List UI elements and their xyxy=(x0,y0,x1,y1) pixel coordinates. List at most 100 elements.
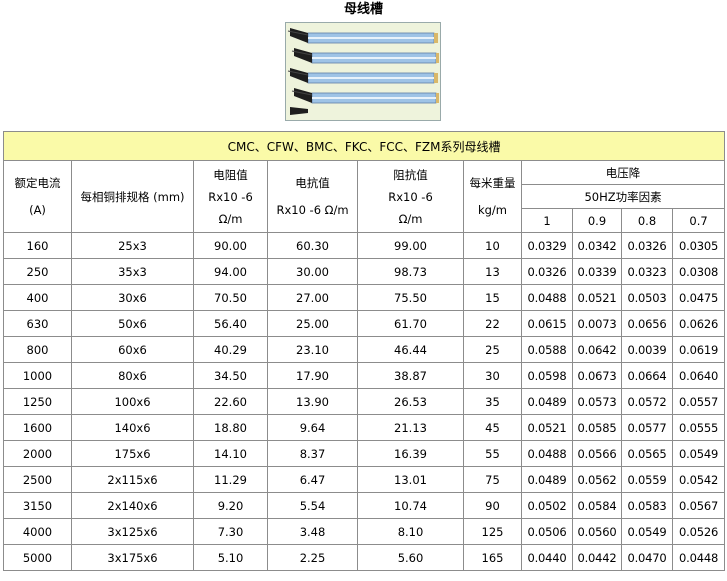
cell-vd-1: 0.0329 xyxy=(521,232,573,259)
cell-impedance: 21.13 xyxy=(357,414,464,441)
cell-vd-0.9: 0.0566 xyxy=(572,440,622,467)
table-row: 250 35x3 94.00 30.00 98.73 13 0.0326 0.0… xyxy=(3,258,726,285)
header-impedance-label: 阻抗值 xyxy=(393,167,428,182)
cell-reactance: 60.30 xyxy=(267,232,358,259)
cell-current: 800 xyxy=(3,336,72,363)
header-resistance-scale: Rx10 -6 xyxy=(208,189,253,204)
table-row: 4000 3x125x6 7.30 3.48 8.10 125 0.0506 0… xyxy=(3,518,726,545)
cell-weight: 90 xyxy=(463,492,522,519)
cell-current: 630 xyxy=(3,310,72,337)
cell-vd-0.8: 0.0559 xyxy=(621,466,673,493)
cell-vd-0.7: 0.0549 xyxy=(671,440,726,467)
cell-resistance: 40.29 xyxy=(193,336,268,363)
cell-vd-1: 0.0489 xyxy=(521,466,573,493)
cell-vd-1: 0.0488 xyxy=(521,440,573,467)
busbar-product-photo xyxy=(285,22,441,121)
cell-weight: 125 xyxy=(463,518,522,545)
header-reactance-unit: Rx10 -6 Ω/m xyxy=(276,202,349,217)
header-weight-label: 每米重量 xyxy=(469,175,516,190)
cell-weight: 30 xyxy=(463,362,522,389)
cell-impedance: 8.10 xyxy=(357,518,464,545)
header-impedance-unit: Ω/m xyxy=(398,211,423,226)
cell-vd-0.7: 0.0626 xyxy=(671,310,726,337)
cell-vd-0.7: 0.0475 xyxy=(671,284,726,311)
cell-vd-1: 0.0488 xyxy=(521,284,573,311)
cell-vd-0.7: 0.0619 xyxy=(671,336,726,363)
header-reactance-label: 电抗值 xyxy=(295,175,330,190)
cell-vd-0.7: 0.0555 xyxy=(671,414,726,441)
cell-busbar: 35x3 xyxy=(71,258,194,285)
cell-vd-0.8: 0.0577 xyxy=(621,414,673,441)
header-reactance: 电抗值 Rx10 -6 Ω/m xyxy=(267,160,358,233)
cell-reactance: 25.00 xyxy=(267,310,358,337)
cell-vd-1: 0.0598 xyxy=(521,362,573,389)
cell-vd-0.9: 0.0562 xyxy=(572,466,622,493)
cell-vd-0.8: 0.0656 xyxy=(621,310,673,337)
cell-vd-0.7: 0.0542 xyxy=(671,466,726,493)
cell-vd-1: 0.0506 xyxy=(521,518,573,545)
cell-busbar: 80x6 xyxy=(71,362,194,389)
cell-resistance: 22.60 xyxy=(193,388,268,415)
cell-reactance: 5.54 xyxy=(267,492,358,519)
cell-vd-1: 0.0588 xyxy=(521,336,573,363)
cell-reactance: 23.10 xyxy=(267,336,358,363)
cell-vd-0.8: 0.0039 xyxy=(621,336,673,363)
cell-impedance: 61.70 xyxy=(357,310,464,337)
cell-resistance: 56.40 xyxy=(193,310,268,337)
cell-vd-0.8: 0.0549 xyxy=(621,518,673,545)
cell-weight: 25 xyxy=(463,336,522,363)
cell-vd-0.8: 0.0470 xyxy=(621,544,673,571)
cell-reactance: 30.00 xyxy=(267,258,358,285)
cell-busbar: 50x6 xyxy=(71,310,194,337)
cell-current: 160 xyxy=(3,232,72,259)
table-row: 2500 2x115x6 11.29 6.47 13.01 75 0.0489 … xyxy=(3,466,726,493)
table-row: 1000 80x6 34.50 17.90 38.87 30 0.0598 0.… xyxy=(3,362,726,389)
cell-current: 400 xyxy=(3,284,72,311)
cell-impedance: 75.50 xyxy=(357,284,464,311)
header-busbar-spec: 每相铜排规格 (mm) xyxy=(71,160,194,233)
cell-reactance: 3.48 xyxy=(267,518,358,545)
cell-resistance: 18.80 xyxy=(193,414,268,441)
cell-impedance: 99.00 xyxy=(357,232,464,259)
cell-vd-0.7: 0.0557 xyxy=(671,388,726,415)
cell-busbar: 3x125x6 xyxy=(71,518,194,545)
cell-vd-0.9: 0.0585 xyxy=(572,414,622,441)
header-pf-0.7: 0.7 xyxy=(671,208,726,233)
cell-vd-1: 0.0326 xyxy=(521,258,573,285)
cell-impedance: 5.60 xyxy=(357,544,464,571)
cell-busbar: 140x6 xyxy=(71,414,194,441)
cell-reactance: 9.64 xyxy=(267,414,358,441)
cell-weight: 13 xyxy=(463,258,522,285)
header-pf-1: 1 xyxy=(521,208,573,233)
header-pf-0.8: 0.8 xyxy=(621,208,673,233)
header-impedance-scale: Rx10 -6 xyxy=(388,189,433,204)
cell-impedance: 98.73 xyxy=(357,258,464,285)
header-resistance-label: 电阻值 xyxy=(213,167,248,182)
cell-resistance: 9.20 xyxy=(193,492,268,519)
cell-reactance: 17.90 xyxy=(267,362,358,389)
cell-vd-0.9: 0.0573 xyxy=(572,388,622,415)
cell-vd-0.8: 0.0326 xyxy=(621,232,673,259)
cell-vd-0.8: 0.0565 xyxy=(621,440,673,467)
cell-weight: 35 xyxy=(463,388,522,415)
cell-vd-0.8: 0.0503 xyxy=(621,284,673,311)
cell-resistance: 7.30 xyxy=(193,518,268,545)
cell-resistance: 94.00 xyxy=(193,258,268,285)
header-power-factor: 50HZ功率因素 xyxy=(520,184,726,209)
busbar-image xyxy=(286,23,440,120)
header-rated-current-label: 额定电流 xyxy=(14,175,61,190)
header-weight: 每米重量 kg/m xyxy=(463,160,522,233)
cell-vd-0.9: 0.0560 xyxy=(572,518,622,545)
cell-vd-1: 0.0489 xyxy=(521,388,573,415)
cell-vd-0.7: 0.0308 xyxy=(671,258,726,285)
table-row: 800 60x6 40.29 23.10 46.44 25 0.0588 0.0… xyxy=(3,336,726,363)
cell-vd-0.8: 0.0583 xyxy=(621,492,673,519)
cell-current: 250 xyxy=(3,258,72,285)
cell-reactance: 2.25 xyxy=(267,544,358,571)
cell-vd-1: 0.0615 xyxy=(521,310,573,337)
cell-reactance: 8.37 xyxy=(267,440,358,467)
cell-vd-0.9: 0.0342 xyxy=(572,232,622,259)
header-voltage-drop: 电压降 xyxy=(520,160,726,185)
header-resistance: 电阻值 Rx10 -6 Ω/m xyxy=(193,160,268,233)
header-resistance-unit: Ω/m xyxy=(218,211,243,226)
